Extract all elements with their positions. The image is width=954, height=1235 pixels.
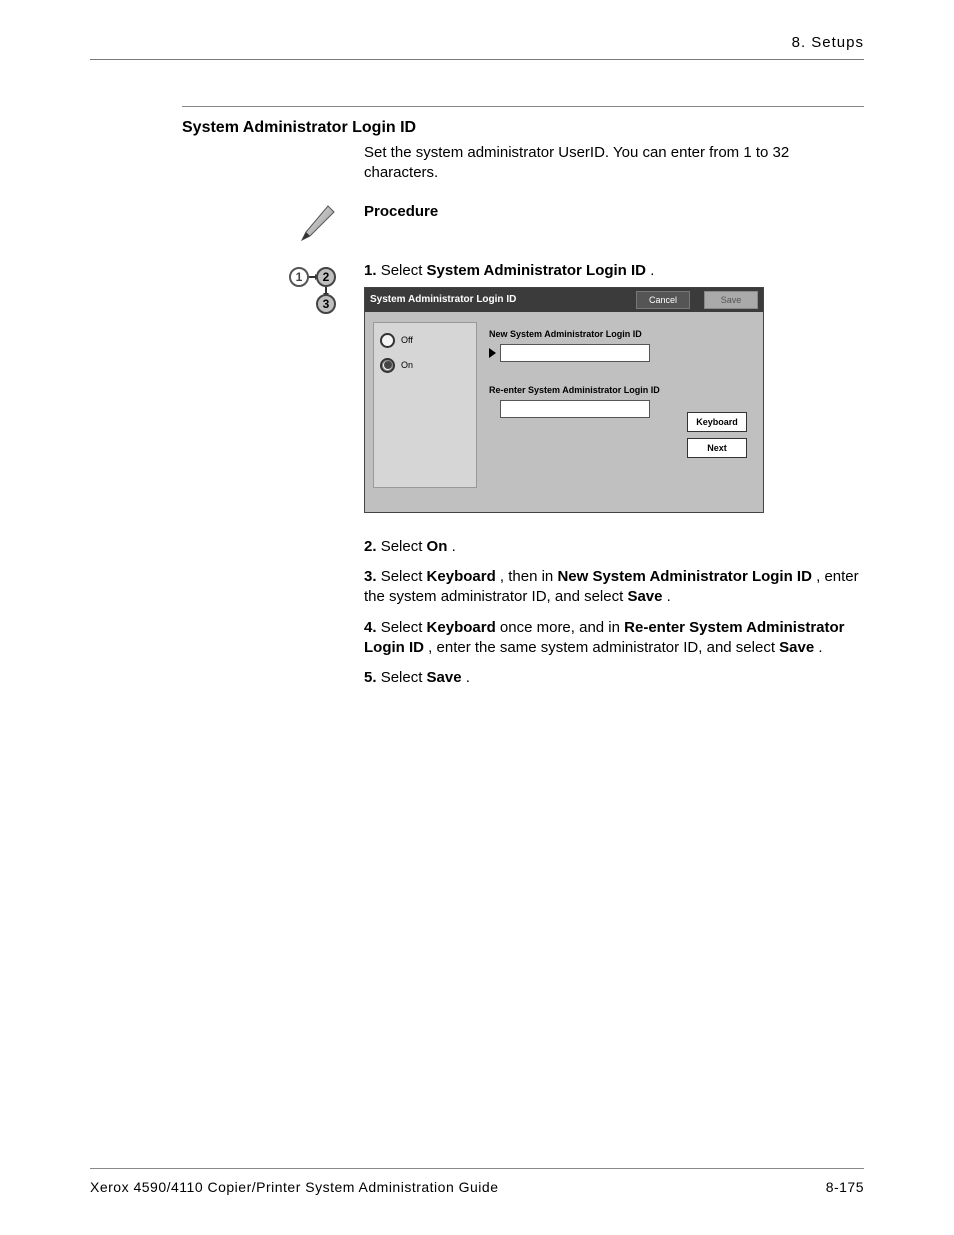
reenter-id-label: Re-enter System Administrator Login ID — [489, 384, 743, 396]
radio-off-icon — [380, 333, 395, 348]
step-2: 2. Select On . — [364, 537, 864, 557]
procedure-label: Procedure — [364, 203, 438, 220]
keyboard-button[interactable]: Keyboard — [687, 412, 747, 432]
off-option[interactable]: Off — [380, 333, 470, 348]
step-2-bold: On — [427, 538, 448, 555]
step-4-text-d: . — [818, 639, 822, 656]
step-4-text-b: once more, and in — [500, 619, 624, 636]
pencil-icon — [296, 202, 340, 251]
step-3-bold-a: Keyboard — [427, 568, 496, 585]
dialog-titlebar: System Administrator Login ID Cancel Sav… — [365, 288, 763, 312]
on-label: On — [401, 359, 413, 371]
svg-text:2: 2 — [323, 270, 330, 284]
reenter-id-field[interactable] — [500, 400, 650, 418]
step-4-prefix: 4. — [364, 619, 377, 636]
step-1-bold: System Administrator Login ID — [427, 262, 646, 279]
on-option[interactable]: On — [380, 358, 470, 373]
triangle-icon — [489, 348, 496, 358]
cancel-button[interactable]: Cancel — [636, 291, 690, 309]
step-2-text-b: . — [452, 538, 456, 555]
step-4-bold-a: Keyboard — [427, 619, 496, 636]
step-5-bold: Save — [427, 669, 462, 686]
next-button[interactable]: Next — [687, 438, 747, 458]
step-4-text-a: Select — [381, 619, 427, 636]
footer-left: Xerox 4590/4110 Copier/Printer System Ad… — [90, 1179, 499, 1195]
step-4-bold-c: Save — [779, 639, 814, 656]
step-2-prefix: 2. — [364, 538, 377, 555]
dialog-title: System Administrator Login ID — [370, 293, 516, 307]
step-3-bold-c: Save — [627, 588, 662, 605]
header-rule — [90, 59, 864, 60]
steps-123-icon: 1 2 3 — [288, 263, 340, 320]
step-1-text-b: . — [650, 262, 654, 279]
footer-rule — [90, 1168, 864, 1169]
step-4: 4. Select Keyboard once more, and in Re-… — [364, 618, 864, 659]
page-number: 8-175 — [826, 1179, 864, 1195]
step-3-text-a: Select — [381, 568, 427, 585]
step-3-bold-b: New System Administrator Login ID — [557, 568, 811, 585]
step-1-prefix: 1. — [364, 262, 377, 279]
step-5-prefix: 5. — [364, 669, 377, 686]
dialog-left-panel: Off On — [373, 322, 477, 488]
svg-text:1: 1 — [296, 270, 303, 284]
radio-on-icon — [380, 358, 395, 373]
new-id-field[interactable] — [500, 344, 650, 362]
section-title: System Administrator Login ID — [182, 119, 864, 137]
dialog-right-panel: New System Administrator Login ID Re-ent… — [477, 322, 755, 488]
step-1-text-a: Select — [381, 262, 427, 279]
step-5: 5. Select Save . — [364, 668, 864, 688]
step-5-text-b: . — [466, 669, 470, 686]
step-3: 3. Select Keyboard , then in New System … — [364, 567, 864, 608]
page-footer: Xerox 4590/4110 Copier/Printer System Ad… — [90, 1168, 864, 1195]
dialog-screenshot: System Administrator Login ID Cancel Sav… — [364, 287, 764, 513]
section-rule — [182, 106, 864, 107]
section-intro: Set the system administrator UserID. You… — [364, 143, 864, 184]
step-2-text-a: Select — [381, 538, 427, 555]
step-5-text-a: Select — [381, 669, 427, 686]
step-1: 1. Select System Administrator Login ID … — [364, 261, 864, 281]
new-id-label: New System Administrator Login ID — [489, 328, 743, 340]
chapter-heading: 8. Setups — [90, 34, 864, 51]
svg-text:3: 3 — [323, 297, 330, 311]
save-button[interactable]: Save — [704, 291, 758, 309]
off-label: Off — [401, 334, 413, 346]
step-3-text-d: . — [667, 588, 671, 605]
step-3-prefix: 3. — [364, 568, 377, 585]
step-4-text-c: , enter the same system administrator ID… — [428, 639, 779, 656]
step-3-text-b: , then in — [500, 568, 558, 585]
